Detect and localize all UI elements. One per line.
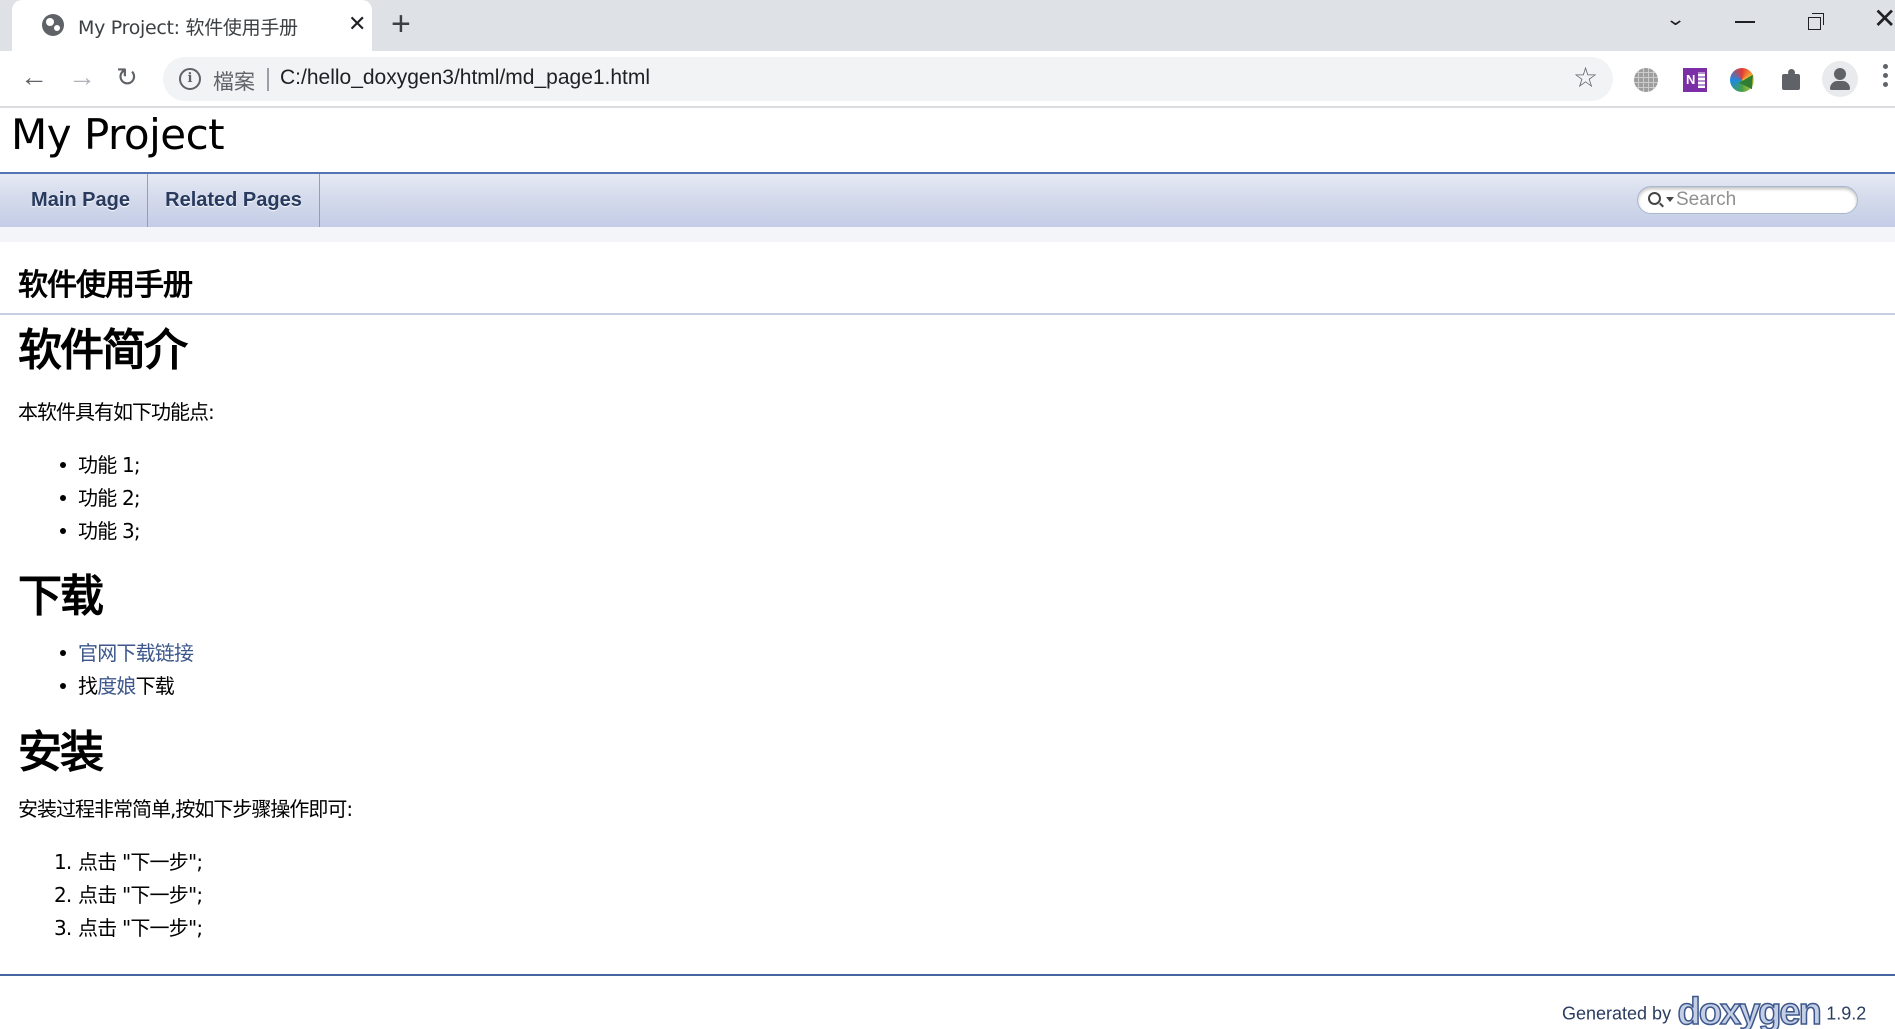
search-icon[interactable]: [1648, 192, 1661, 205]
info-icon[interactable]: i: [179, 68, 201, 90]
bullet-icon: [60, 495, 66, 501]
navbar-shadow: [0, 227, 1895, 242]
restore-icon[interactable]: [1808, 13, 1824, 30]
list-item: 功能 1;: [60, 453, 141, 477]
doxygen-logo-link[interactable]: doxygen: [1677, 992, 1823, 1029]
page-header: 软件使用手册: [0, 242, 1895, 315]
step-text: 点击 "下一步";: [78, 883, 203, 907]
step-text: 点击 "下一步";: [78, 850, 203, 874]
new-tab-button[interactable]: +: [391, 6, 411, 42]
browser-toolbar: ← → ↻ i 檔案 C:/hello_doxygen3/html/md_pag…: [0, 51, 1895, 108]
globe-icon: [42, 14, 64, 36]
page-viewport: My Project Main Page Related Pages 软件使用手…: [0, 110, 1895, 1029]
doxygen-version: 1.9.2: [1826, 1003, 1867, 1024]
doxygen-navbar: Main Page Related Pages: [0, 172, 1895, 227]
generated-by-label: Generated by: [1562, 1003, 1672, 1024]
ordered-list-item: 2. 点击 "下一步";: [54, 883, 203, 907]
browser-tab-strip: My Project: 软件使用手册 ✕ + ⌄ ✕: [0, 0, 1895, 51]
footer-divider: [0, 974, 1895, 976]
bullet-icon: [60, 650, 66, 656]
list-item-prefix: 找: [78, 674, 98, 698]
ordered-list-item: 1. 点击 "下一步";: [54, 850, 203, 874]
omnibox-divider: [267, 68, 269, 91]
step-number: 2.: [54, 883, 72, 907]
list-item: 功能 3;: [60, 519, 141, 543]
project-name: My Project: [11, 110, 225, 159]
search-box[interactable]: [1637, 186, 1858, 214]
footer: Generated by doxygen 1.9.2: [1562, 992, 1867, 1029]
list-item: 找度娘下载: [60, 674, 175, 698]
baidu-link[interactable]: 度娘: [97, 674, 136, 698]
list-item: 功能 2;: [60, 486, 141, 510]
minimize-icon[interactable]: [1735, 21, 1755, 23]
bullet-icon: [60, 683, 66, 689]
forward-arrow-icon[interactable]: →: [68, 61, 96, 93]
tab-related-pages[interactable]: Related Pages: [148, 174, 320, 227]
profile-avatar-icon[interactable]: [1822, 61, 1858, 97]
bullet-icon: [60, 462, 66, 468]
section-heading-install: 安装: [18, 727, 104, 778]
official-download-link[interactable]: 官网下载链接: [78, 641, 194, 665]
bookmark-star-icon[interactable]: ☆: [1573, 62, 1598, 94]
tab-title: My Project: 软件使用手册: [78, 17, 298, 39]
browser-menu-icon[interactable]: [1883, 64, 1889, 94]
section-heading-download: 下载: [18, 571, 104, 622]
step-number: 3.: [54, 916, 72, 940]
section-heading-intro: 软件简介: [18, 325, 188, 376]
list-item-text: 功能 1;: [78, 453, 141, 477]
list-item: 官网下载链接: [60, 641, 194, 665]
browser-tab-active[interactable]: My Project: 软件使用手册 ✕: [12, 0, 372, 51]
list-item-text: 功能 3;: [78, 519, 141, 543]
step-number: 1.: [54, 850, 72, 874]
install-paragraph: 安装过程非常简单,按如下步骤操作即可:: [18, 797, 353, 821]
security-label: 檔案: [213, 71, 255, 94]
globe-extension-icon[interactable]: [1634, 68, 1658, 92]
window-close-icon[interactable]: ✕: [1873, 5, 1895, 33]
tab-search-chevron-icon[interactable]: ⌄: [1665, 6, 1686, 32]
url-text[interactable]: C:/hello_doxygen3/html/md_page1.html: [280, 66, 650, 90]
address-bar[interactable]: i 檔案 C:/hello_doxygen3/html/md_page1.htm…: [163, 57, 1613, 101]
search-input[interactable]: [1676, 189, 1846, 211]
intro-paragraph: 本软件具有如下功能点:: [18, 400, 215, 424]
reload-icon[interactable]: ↻: [116, 61, 138, 93]
list-item-text: 功能 2;: [78, 486, 141, 510]
step-text: 点击 "下一步";: [78, 916, 203, 940]
onenote-extension-icon[interactable]: N: [1683, 68, 1707, 92]
back-arrow-icon[interactable]: ←: [20, 61, 48, 93]
extensions-puzzle-icon[interactable]: [1780, 68, 1804, 92]
download-manager-extension-icon[interactable]: [1730, 68, 1754, 92]
tab-close-icon[interactable]: ✕: [348, 10, 366, 38]
page-title: 软件使用手册: [18, 268, 193, 303]
list-item-suffix: 下载: [135, 674, 175, 698]
search-options-caret-icon[interactable]: [1666, 197, 1674, 202]
bullet-icon: [60, 528, 66, 534]
ordered-list-item: 3. 点击 "下一步";: [54, 916, 203, 940]
tab-main-page[interactable]: Main Page: [0, 174, 148, 227]
